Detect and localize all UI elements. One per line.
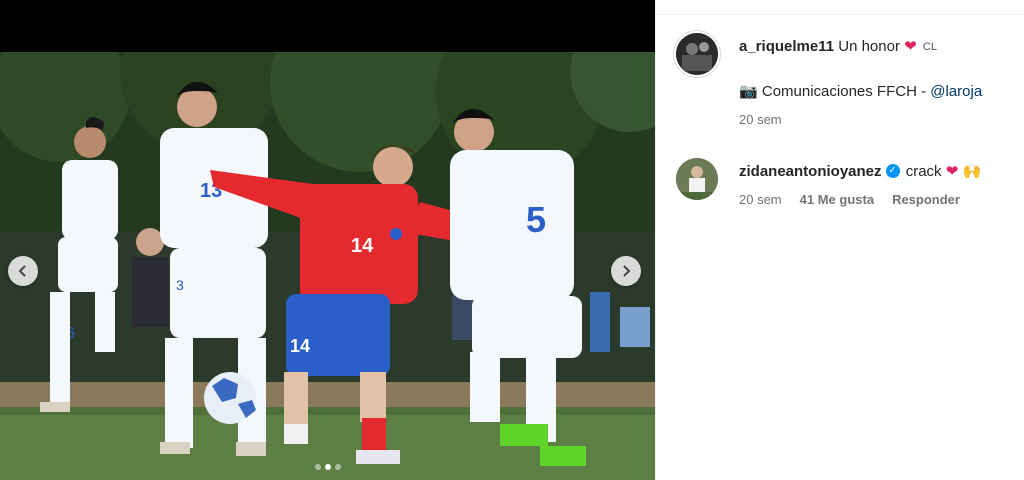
reply-button[interactable]: Responder (892, 190, 960, 210)
comment-meta: 20 sem (739, 110, 1024, 130)
comment-content: a_riquelme11 Un honor ❤ CL 📷 Comunicacio… (739, 37, 1024, 130)
divider (656, 14, 1024, 15)
comment-item: zidaneantonioyanez ✓ crack ❤ 🙌 20 sem 41 … (676, 158, 1016, 218)
chevron-left-icon (18, 265, 26, 277)
comment-text: crack (905, 163, 942, 180)
carousel-dot (314, 464, 321, 470)
user-avatar-image (676, 33, 718, 75)
avatar[interactable] (676, 33, 718, 75)
svg-text:14: 14 (290, 336, 310, 356)
carousel-dot (334, 464, 341, 470)
mention-link[interactable]: @laroja (930, 83, 982, 100)
comment-text: Un honor (838, 38, 900, 55)
comment-username[interactable]: a_riquelme11 (739, 38, 834, 55)
comment-username[interactable]: zidaneantonioyanez (739, 163, 882, 180)
user-avatar-image (676, 158, 718, 200)
heart-emoji-icon: ❤ (945, 163, 959, 180)
avatar[interactable] (676, 158, 718, 200)
carousel-next-button[interactable] (611, 256, 641, 286)
comment-content: zidaneantonioyanez ✓ crack ❤ 🙌 20 sem 41 … (739, 162, 1024, 210)
comment-line-2: 📷 Comunicaciones FFCH - @laroja (739, 82, 1024, 102)
soccer-ball (204, 372, 256, 424)
comment-meta: 20 sem 41 Me gusta Responder (739, 190, 1024, 210)
photo-credit-text: Comunicaciones FFCH - (761, 83, 931, 100)
carousel-indicator (0, 464, 655, 470)
heart-emoji-icon: ❤ (904, 38, 917, 55)
comment-timestamp[interactable]: 20 sem (739, 190, 782, 210)
likes-count-button[interactable]: 41 Me gusta (800, 190, 874, 210)
camera-emoji-icon: 📷 (739, 83, 758, 100)
comment-line-1: zidaneantonioyanez ✓ crack ❤ 🙌 (739, 162, 1024, 182)
svg-text:5: 5 (526, 199, 546, 240)
post-photo[interactable]: 6 13 3 14 14 5 (0, 52, 655, 480)
comments-pane: a_riquelme11 Un honor ❤ CL 📷 Comunicacio… (655, 0, 1024, 480)
carousel-dot-active (324, 464, 331, 470)
post-media-pane: 6 13 3 14 14 5 (0, 0, 655, 480)
raised-hands-emoji-icon: 🙌 (962, 163, 982, 180)
comment-item: a_riquelme11 Un honor ❤ CL 📷 Comunicacio… (676, 33, 1016, 143)
verified-badge-icon: ✓ (885, 164, 900, 179)
carousel-prev-button[interactable] (8, 256, 38, 286)
comment-timestamp[interactable]: 20 sem (739, 110, 782, 130)
chevron-right-icon (623, 265, 631, 277)
svg-text:3: 3 (176, 277, 184, 293)
chile-flag-icon: CL (922, 41, 937, 53)
comment-line-1: a_riquelme11 Un honor ❤ CL (739, 37, 1024, 57)
svg-text:14: 14 (351, 235, 374, 257)
soccer-scene-illustration: 6 13 3 14 14 5 (0, 52, 655, 480)
